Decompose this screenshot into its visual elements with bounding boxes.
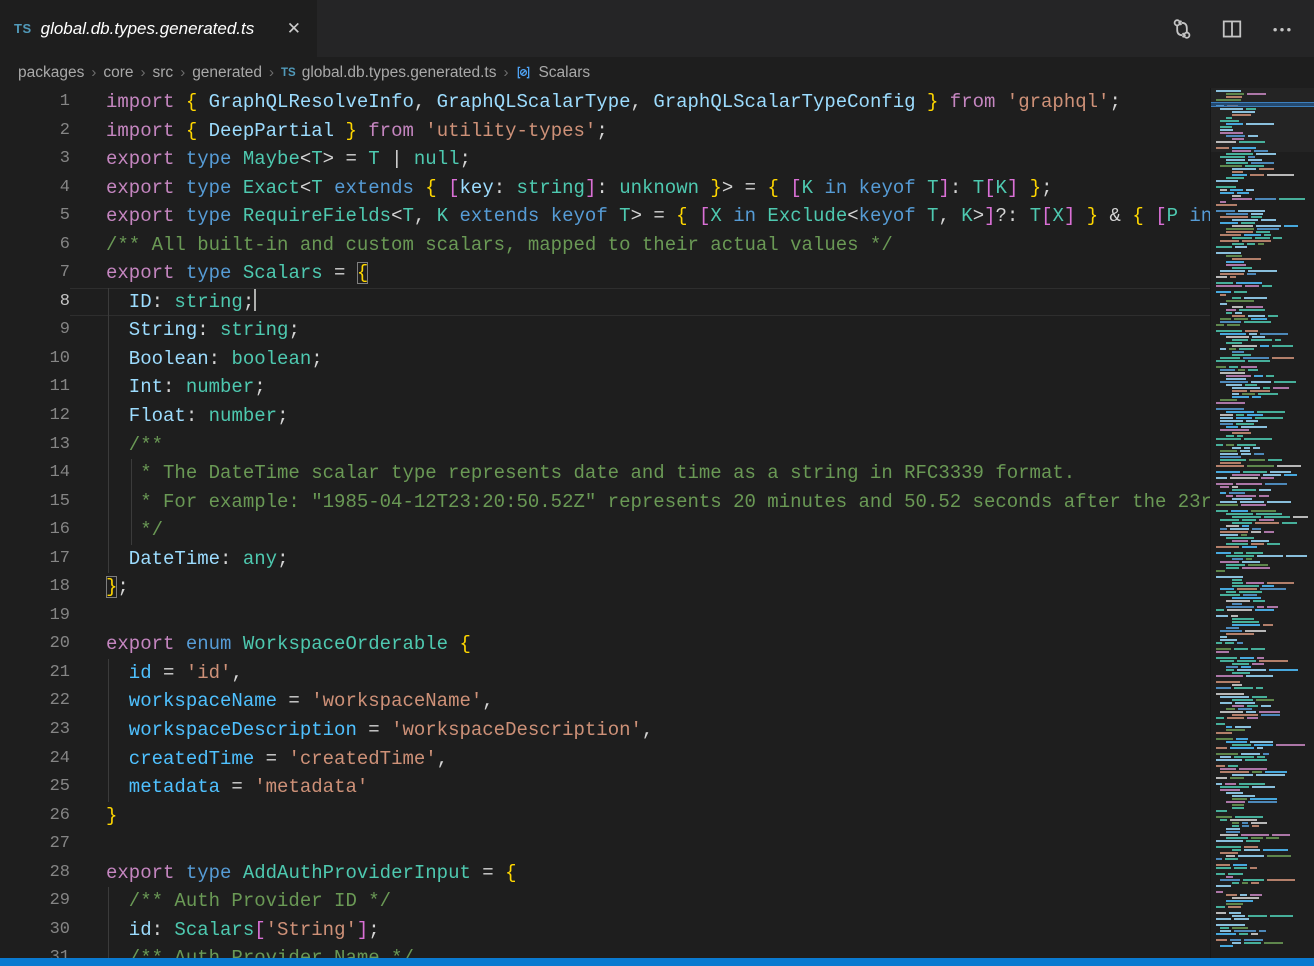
line-number[interactable]: 5 — [0, 202, 70, 231]
breadcrumb-item-core[interactable]: core — [103, 64, 133, 82]
code-line[interactable]: 21 id = 'id', — [0, 659, 1210, 688]
code-line[interactable]: 10 Boolean: boolean; — [0, 345, 1210, 374]
line-number[interactable]: 7 — [0, 259, 70, 288]
line-number[interactable]: 19 — [0, 602, 70, 631]
tab-bar: TS global.db.types.generated.ts ✕ — [0, 0, 1314, 57]
more-actions-icon[interactable] — [1270, 17, 1294, 41]
line-number[interactable]: 4 — [0, 174, 70, 203]
tab-global-db-types[interactable]: TS global.db.types.generated.ts ✕ — [0, 0, 317, 57]
code-line[interactable]: 9 String: string; — [0, 316, 1210, 345]
code-line[interactable]: 15 * For example: "1985-04-12T23:20:50.5… — [0, 488, 1210, 517]
breadcrumb-item-src[interactable]: src — [153, 64, 174, 82]
open-changes-icon[interactable] — [1170, 17, 1194, 41]
code-line[interactable]: 18}; — [0, 573, 1210, 602]
breadcrumb-item-packages[interactable]: packages — [18, 64, 84, 82]
code-line[interactable]: 1import { GraphQLResolveInfo, GraphQLSca… — [0, 88, 1210, 117]
code-editor[interactable]: 1import { GraphQLResolveInfo, GraphQLSca… — [0, 88, 1210, 958]
chevron-right-icon: › — [179, 64, 186, 81]
typescript-file-icon: TS — [14, 21, 32, 36]
chevron-right-icon: › — [268, 64, 275, 81]
code-line[interactable]: 22 workspaceName = 'workspaceName', — [0, 687, 1210, 716]
breadcrumb-item-file[interactable]: TS global.db.types.generated.ts — [281, 64, 496, 82]
breadcrumb: packages › core › src › generated › TS g… — [0, 57, 1314, 88]
code-line[interactable]: 7export type Scalars = { — [0, 259, 1210, 288]
line-number[interactable]: 15 — [0, 488, 70, 517]
code-line[interactable]: 14 * The DateTime scalar type represents… — [0, 459, 1210, 488]
code-line[interactable]: 29 /** Auth Provider ID */ — [0, 887, 1210, 916]
line-number[interactable]: 11 — [0, 373, 70, 402]
code-line[interactable]: 3export type Maybe<T> = T | null; — [0, 145, 1210, 174]
line-number[interactable]: 26 — [0, 802, 70, 831]
code-line[interactable]: 30 id: Scalars['String']; — [0, 916, 1210, 945]
code-line[interactable]: 20export enum WorkspaceOrderable { — [0, 630, 1210, 659]
code-line[interactable]: 26} — [0, 802, 1210, 831]
line-number[interactable]: 20 — [0, 630, 70, 659]
breadcrumb-file-label: global.db.types.generated.ts — [302, 64, 497, 82]
editor-actions — [1170, 0, 1314, 57]
code-line[interactable]: 24 createdTime = 'createdTime', — [0, 745, 1210, 774]
code-line[interactable]: 25 metadata = 'metadata' — [0, 773, 1210, 802]
code-line[interactable]: 23 workspaceDescription = 'workspaceDesc… — [0, 716, 1210, 745]
status-bar — [0, 958, 1314, 966]
code-line[interactable]: 8 ID: string; — [0, 288, 1210, 317]
code-line[interactable]: 19 — [0, 602, 1210, 631]
code-line[interactable]: 5export type RequireFields<T, K extends … — [0, 202, 1210, 231]
line-number[interactable]: 22 — [0, 687, 70, 716]
chevron-right-icon: › — [502, 64, 509, 81]
line-number[interactable]: 18 — [0, 573, 70, 602]
minimap-current-line-highlight — [1211, 102, 1314, 107]
breadcrumb-symbol-label: Scalars — [538, 64, 590, 82]
line-number[interactable]: 17 — [0, 545, 70, 574]
line-number[interactable]: 28 — [0, 859, 70, 888]
line-number[interactable]: 1 — [0, 88, 70, 117]
chevron-right-icon: › — [140, 64, 147, 81]
line-number[interactable]: 10 — [0, 345, 70, 374]
chevron-right-icon: › — [90, 64, 97, 81]
line-number[interactable]: 16 — [0, 516, 70, 545]
line-number[interactable]: 6 — [0, 231, 70, 260]
code-line[interactable]: 27 — [0, 830, 1210, 859]
tab-title: global.db.types.generated.ts — [41, 19, 274, 39]
line-number[interactable]: 9 — [0, 316, 70, 345]
line-number[interactable]: 27 — [0, 830, 70, 859]
line-number[interactable]: 13 — [0, 431, 70, 460]
line-number[interactable]: 3 — [0, 145, 70, 174]
line-number[interactable]: 25 — [0, 773, 70, 802]
code-line[interactable]: 28export type AddAuthProviderInput = { — [0, 859, 1210, 888]
code-line[interactable]: 12 Float: number; — [0, 402, 1210, 431]
line-number[interactable]: 14 — [0, 459, 70, 488]
editor-group: 1import { GraphQLResolveInfo, GraphQLSca… — [0, 88, 1314, 958]
code-line[interactable]: 2import { DeepPartial } from 'utility-ty… — [0, 117, 1210, 146]
line-number[interactable]: 31 — [0, 944, 70, 958]
split-editor-icon[interactable] — [1220, 17, 1244, 41]
line-number[interactable]: 29 — [0, 887, 70, 916]
line-number[interactable]: 8 — [0, 288, 70, 317]
line-number[interactable]: 21 — [0, 659, 70, 688]
line-number[interactable]: 12 — [0, 402, 70, 431]
line-number[interactable]: 30 — [0, 916, 70, 945]
line-number[interactable]: 2 — [0, 117, 70, 146]
code-line[interactable]: 4export type Exact<T extends { [key: str… — [0, 174, 1210, 203]
minimap[interactable] — [1210, 88, 1314, 958]
symbol-type-icon — [515, 65, 532, 80]
code-line[interactable]: 13 /** — [0, 431, 1210, 460]
code-line[interactable]: 6/** All built-in and custom scalars, ma… — [0, 231, 1210, 260]
tab-close-icon[interactable]: ✕ — [283, 17, 305, 40]
code-line[interactable]: 16 */ — [0, 516, 1210, 545]
minimap-content — [1216, 90, 1312, 958]
code-lines: 1import { GraphQLResolveInfo, GraphQLSca… — [0, 88, 1210, 958]
code-line[interactable]: 31 /** Auth Provider Name */ — [0, 944, 1210, 958]
typescript-file-icon: TS — [281, 67, 296, 79]
vscode-window: TS global.db.types.generated.ts ✕ — [0, 0, 1314, 966]
breadcrumb-item-symbol[interactable]: Scalars — [515, 64, 590, 82]
line-number[interactable]: 24 — [0, 745, 70, 774]
line-number[interactable]: 23 — [0, 716, 70, 745]
code-line[interactable]: 11 Int: number; — [0, 373, 1210, 402]
text-cursor — [254, 289, 256, 311]
breadcrumb-item-generated[interactable]: generated — [192, 64, 262, 82]
code-line[interactable]: 17 DateTime: any; — [0, 545, 1210, 574]
